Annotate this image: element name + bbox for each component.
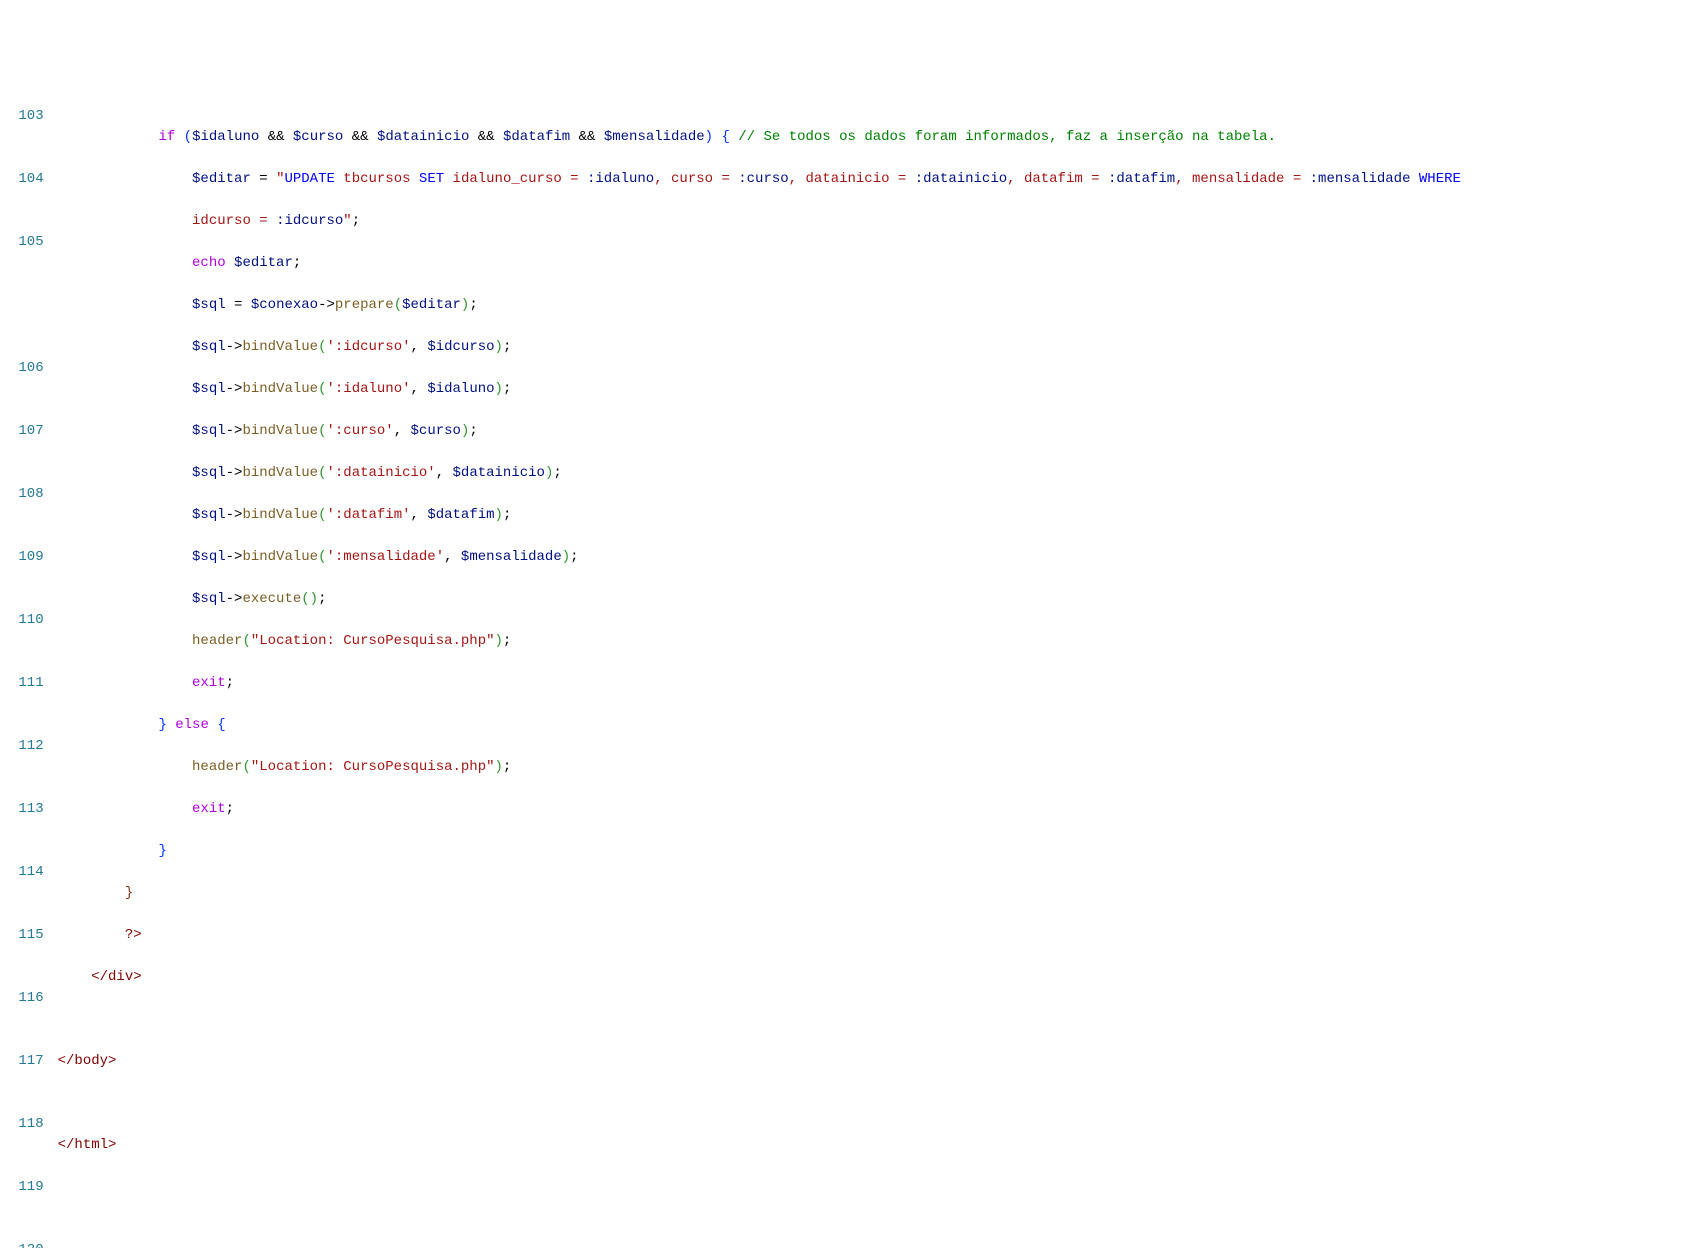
code-line[interactable]: $sql->bindValue(':mensalidade', $mensali… <box>58 547 1697 568</box>
code-line[interactable]: } <box>58 841 1697 862</box>
code-line[interactable]: </body> <box>58 1051 1697 1072</box>
code-line[interactable]: $sql->bindValue(':curso', $curso); <box>58 421 1697 442</box>
code-line[interactable]: $sql->execute(); <box>58 589 1697 610</box>
code-line[interactable]: $editar = "UPDATE tbcursos SET idaluno_c… <box>58 169 1697 190</box>
line-number: 112 <box>10 736 44 757</box>
line-number: 114 <box>10 862 44 883</box>
line-number: 118 <box>10 1114 44 1135</box>
code-line[interactable]: exit; <box>58 673 1697 694</box>
code-line[interactable]: $sql->bindValue(':datafim', $datafim); <box>58 505 1697 526</box>
line-number: 108 <box>10 484 44 505</box>
code-line[interactable]: $sql->bindValue(':datainicio', $datainic… <box>58 463 1697 484</box>
code-line[interactable] <box>58 1009 1697 1030</box>
line-number: 106 <box>10 358 44 379</box>
line-number: 105 <box>10 232 44 253</box>
code-line[interactable]: </div> <box>58 967 1697 988</box>
line-number: 104 <box>10 169 44 190</box>
line-number: 110 <box>10 610 44 631</box>
line-number <box>10 295 44 316</box>
code-line[interactable] <box>58 85 1697 106</box>
code-line[interactable]: $sql->bindValue(':idaluno', $idaluno); <box>58 379 1697 400</box>
code-line[interactable]: $sql->bindValue(':idcurso', $idcurso); <box>58 337 1697 358</box>
code-line[interactable]: } else { <box>58 715 1697 736</box>
code-editor: 103 104 105 106 107 108 109 110 111 112 … <box>0 64 1697 1248</box>
line-number: 109 <box>10 547 44 568</box>
code-line[interactable]: echo $editar; <box>58 253 1697 274</box>
code-line[interactable]: header("Location: CursoPesquisa.php"); <box>58 757 1697 778</box>
line-number: 120 <box>10 1240 44 1248</box>
code-line[interactable]: $sql = $conexao->prepare($editar); <box>58 295 1697 316</box>
code-line[interactable]: exit; <box>58 799 1697 820</box>
code-line[interactable]: } <box>58 883 1697 904</box>
line-number: 115 <box>10 925 44 946</box>
code-line[interactable]: if ($idaluno && $curso && $datainicio &&… <box>58 127 1697 148</box>
code-area[interactable]: if ($idaluno && $curso && $datainicio &&… <box>58 64 1697 1248</box>
line-number: 111 <box>10 673 44 694</box>
line-number: 116 <box>10 988 44 1009</box>
line-number: 103 <box>10 106 44 127</box>
line-number: 107 <box>10 421 44 442</box>
code-line[interactable] <box>58 1093 1697 1114</box>
line-number-gutter: 103 104 105 106 107 108 109 110 111 112 … <box>0 64 58 1248</box>
code-line[interactable]: ?> <box>58 925 1697 946</box>
line-number: 119 <box>10 1177 44 1198</box>
code-line[interactable]: header("Location: CursoPesquisa.php"); <box>58 631 1697 652</box>
line-number: 117 <box>10 1051 44 1072</box>
code-line[interactable]: idcurso = :idcurso"; <box>58 211 1697 232</box>
code-line[interactable]: </html> <box>58 1135 1697 1156</box>
line-number: 113 <box>10 799 44 820</box>
